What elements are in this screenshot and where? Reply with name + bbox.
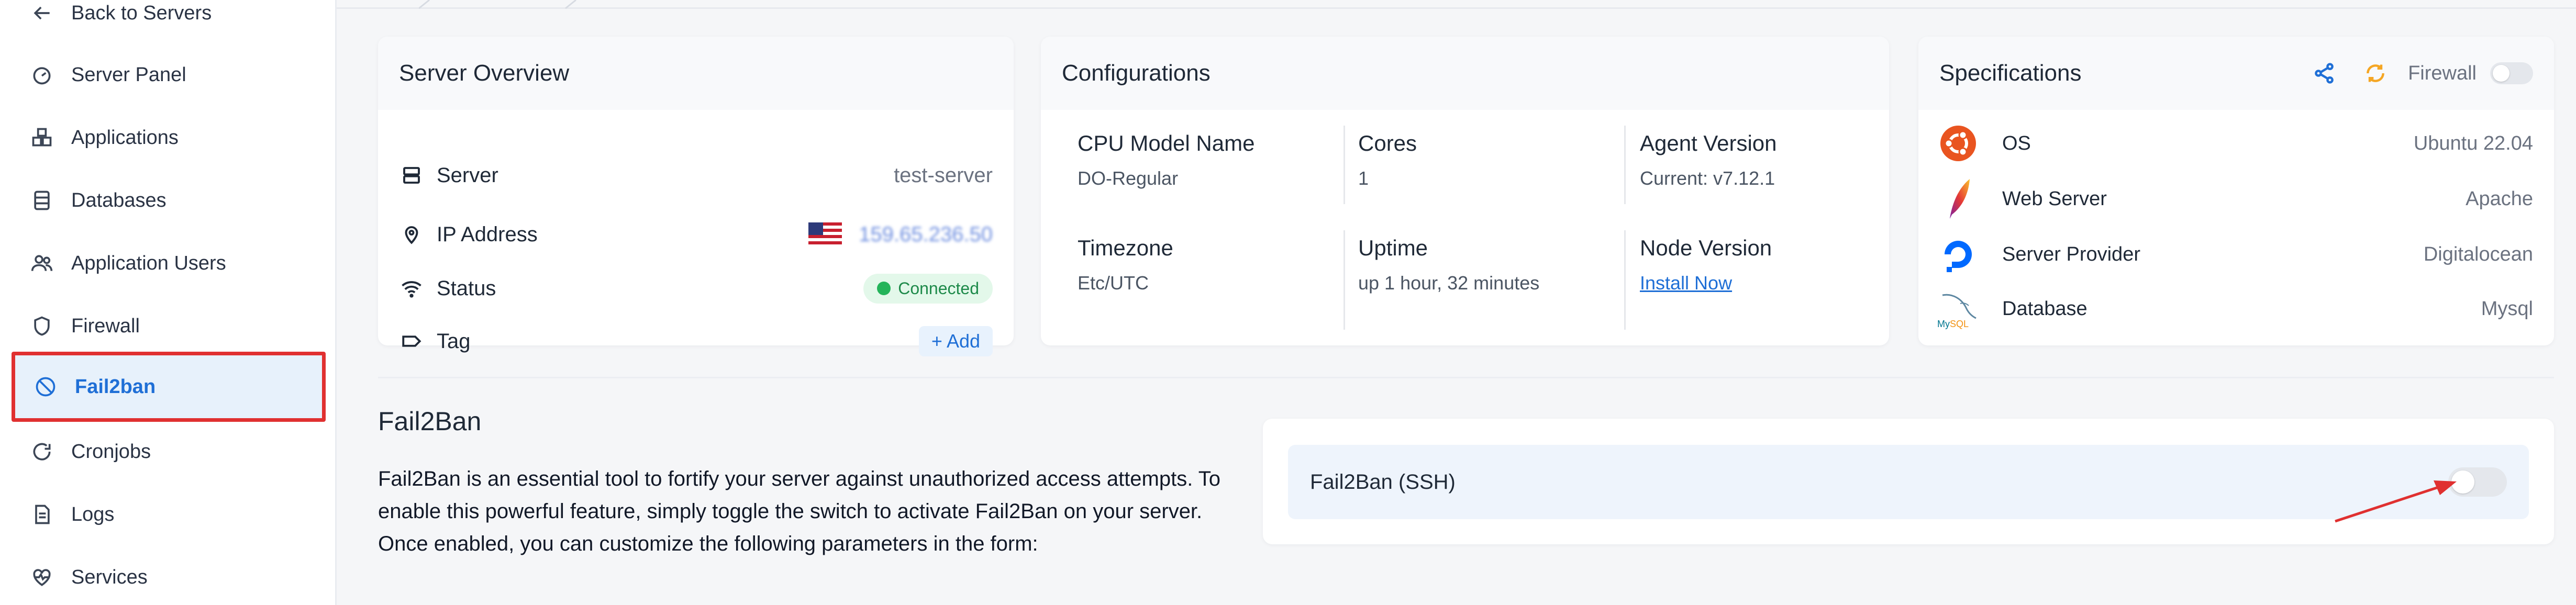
app-root: Back to Servers Server Panel Application… xyxy=(0,0,2576,605)
header-corner-mark xyxy=(419,0,576,9)
annotation-arrow xyxy=(2335,480,2457,523)
